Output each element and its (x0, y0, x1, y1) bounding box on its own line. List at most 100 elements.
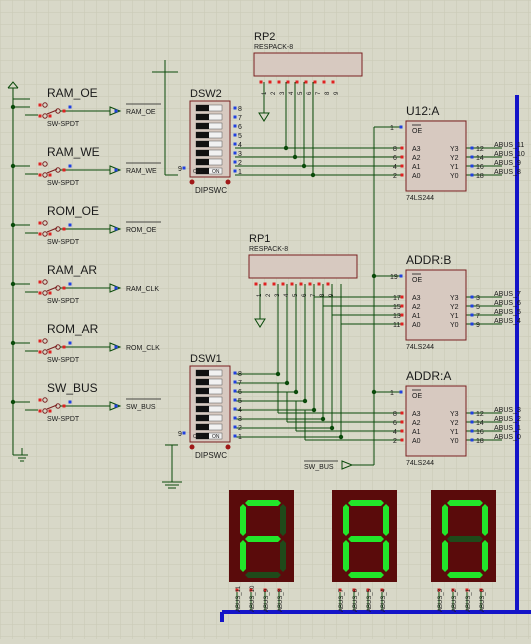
pin-square (470, 155, 474, 159)
pin-square (400, 146, 404, 150)
junction-dot (10, 163, 16, 169)
pin-square (400, 155, 404, 159)
switch-name: SW_BUS (47, 381, 98, 395)
switch-type: SW-SPDT (47, 121, 80, 128)
pin-square (233, 151, 237, 155)
pin-square (470, 438, 474, 442)
seven-segment-display-0 (229, 490, 294, 582)
switch-type: SW-SPDT (47, 180, 80, 187)
display-segment (240, 540, 246, 572)
bus-net-label: ABUS_1 (494, 425, 521, 432)
pin-square (233, 115, 237, 119)
dip-pin-number: 7 (238, 380, 242, 387)
switch-signal-label: RAM_WE (126, 168, 157, 175)
dip-toggle (196, 150, 209, 156)
pin-square (470, 146, 474, 150)
dip-pin-number: 6 (238, 389, 242, 396)
chip-input-name: A3 (412, 295, 421, 302)
dsw1-body (189, 365, 231, 443)
pin-square (400, 429, 404, 433)
pin-square (48, 173, 52, 177)
chip-output-name: Y1 (450, 313, 459, 320)
dip-toggle (196, 159, 209, 165)
pin-square (470, 313, 474, 317)
dip-toggle (196, 370, 209, 376)
pin-square (38, 350, 42, 354)
bus-net-label: ABUS_6 (494, 300, 521, 307)
chip-pin: 6 (393, 155, 397, 162)
pin-square (68, 400, 72, 404)
pin-square (400, 164, 404, 168)
seven-segment-display-2 (431, 490, 496, 582)
display-segment (482, 504, 488, 536)
dip-pin-number: 4 (238, 407, 242, 414)
chip-pin: 17 (393, 295, 401, 302)
chip-input-name: A0 (412, 173, 421, 180)
dip-toggle (196, 379, 209, 385)
pin-square (326, 282, 330, 286)
dip-ref: DSW2 (190, 88, 222, 100)
junction-dot (371, 273, 377, 279)
junction-dot (10, 340, 16, 346)
pin-square (400, 173, 404, 177)
chip-pin: 4 (393, 164, 397, 171)
chip-part: 74LS244 (406, 460, 434, 467)
chip-pin: 18 (476, 173, 484, 180)
display-net-label: ABUS_9 (264, 588, 270, 612)
junction-dot (10, 399, 16, 405)
chip-input-name: A1 (412, 429, 421, 436)
dip-pin-number: 8 (238, 371, 242, 378)
dip-mount-dot (225, 444, 231, 450)
chip-ref: ADDR:A (406, 369, 451, 383)
display-segment (245, 572, 281, 578)
pin-square (233, 371, 237, 375)
pin-square (400, 304, 404, 308)
dip-pin9: 9 (178, 431, 182, 438)
bus-net-label: ABUS_7 (494, 291, 521, 298)
switch-signal-label: SW_BUS (126, 404, 156, 411)
pin-square (331, 80, 335, 84)
bus-net-label: ABUS_10 (494, 151, 525, 158)
dip-pin-number: 6 (238, 124, 242, 131)
dip-toggle (196, 397, 209, 403)
bus-net-label: ABUS_11 (494, 142, 524, 149)
bus-net-label: ABUS_2 (494, 416, 521, 423)
chip-pin: 1 (390, 390, 394, 397)
pin-square (48, 409, 52, 413)
switch-type: SW-SPDT (47, 239, 80, 246)
dip-toggle (196, 114, 209, 120)
chip-output-name: Y1 (450, 164, 459, 171)
junction-dot (284, 380, 290, 386)
chip-output-name: Y0 (450, 173, 459, 180)
dip-mount-dot (225, 179, 231, 185)
pin-square (62, 168, 66, 172)
junction-dot (293, 389, 299, 395)
pin-square (254, 282, 258, 286)
chip-pin: 11 (393, 322, 400, 329)
pin-square (295, 80, 299, 84)
dip-pin-number: 3 (238, 151, 242, 158)
pin-square (62, 227, 66, 231)
chip-pin: 13 (393, 313, 401, 320)
pin-square (114, 227, 118, 231)
dip-toggle (196, 424, 209, 430)
chip-output-name: Y1 (450, 429, 459, 436)
display-net-label: ABUS_2 (452, 588, 458, 612)
junction-dot (329, 425, 335, 431)
switch-name: RAM_WE (47, 145, 100, 159)
chip-oe: OE (412, 393, 422, 400)
display-segment (383, 540, 389, 572)
chip-pin: 5 (476, 304, 480, 311)
pin-square (38, 291, 42, 295)
pin-square (272, 282, 276, 286)
pin-square (233, 133, 237, 137)
junction-dot (10, 222, 16, 228)
respack-type: RESPACK-8 (254, 44, 293, 51)
chip-input-name: A1 (412, 313, 421, 320)
pin-square (114, 345, 118, 349)
display-net-label: ABUS_0 (480, 588, 486, 612)
pin-square (114, 286, 118, 290)
chip-output-name: Y2 (450, 155, 459, 162)
dip-pin-number: 1 (238, 169, 242, 176)
chip-output-name: Y0 (450, 322, 459, 329)
